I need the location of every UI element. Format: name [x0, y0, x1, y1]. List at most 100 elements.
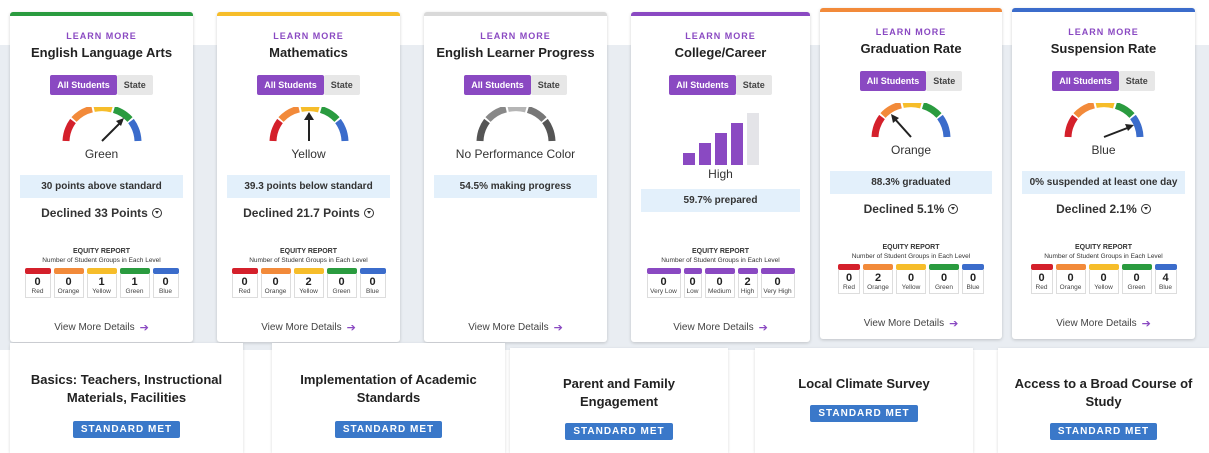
standard-met-badge: STANDARD MET — [810, 405, 918, 422]
equity-subtitle: Number of Student Groups in Each Level — [661, 257, 780, 264]
change-text: Declined 21.7 Points — [217, 206, 400, 220]
level-count: 0 — [1038, 272, 1045, 284]
view-more-details-link[interactable]: View More Details ➔ — [10, 321, 193, 334]
level-count: 4 — [1162, 272, 1169, 284]
level-label: Blue — [966, 284, 980, 291]
level-count: 0 — [1133, 272, 1140, 284]
standard-met-badge: STANDARD MET — [72, 421, 181, 438]
change-text: Declined 2.1% — [1012, 202, 1195, 216]
level-count: 1 — [98, 276, 105, 288]
equity-levels: 0 Red 0 Orange 1 Yellow 1 Green 0 Blue — [10, 268, 193, 298]
state-button[interactable]: State — [1118, 71, 1155, 91]
student-toggle: All Students State — [1012, 71, 1195, 91]
all-students-button[interactable]: All Students — [50, 75, 117, 95]
all-students-button[interactable]: All Students — [257, 75, 324, 95]
change-text: Declined 33 Points — [10, 206, 193, 220]
level-count: 0 — [845, 272, 853, 284]
local-card-title: Local Climate Survey — [798, 376, 930, 391]
level-red: 0 Red — [838, 264, 860, 294]
equity-title: EQUITY REPORT — [72, 248, 131, 255]
level-label: High — [740, 288, 755, 295]
arrow-right-icon: ➔ — [553, 322, 563, 334]
all-students-button[interactable]: All Students — [1052, 71, 1119, 91]
equity-report: EQUITY REPORT Number of Student Groups i… — [217, 248, 400, 298]
performance-color-label: Green — [84, 147, 119, 161]
level-red: 0 Red — [24, 268, 51, 298]
performance-color-label: Orange — [890, 143, 932, 157]
level-label: Orange — [264, 288, 287, 295]
level-orange: 0 Orange — [260, 268, 291, 298]
level-count: 2 — [874, 272, 882, 284]
change-value: Declined 5.1% — [863, 202, 945, 216]
equity-levels: 0 Red 0 Orange 2 Yellow 0 Green 0 Blue — [217, 268, 400, 298]
level-red: 0 Red — [231, 268, 258, 298]
level-green: 0 Green — [326, 268, 357, 298]
level-label: Green — [125, 288, 144, 295]
change-text: Declined 5.1% — [820, 202, 1002, 216]
state-button[interactable]: State — [116, 75, 153, 95]
all-students-button[interactable]: All Students — [669, 75, 736, 95]
learn-more-link[interactable]: LEARN MORE — [424, 31, 607, 41]
level-count: 0 — [660, 276, 667, 288]
cc-bar — [698, 143, 711, 165]
cc-bar — [746, 113, 759, 165]
view-more-details-link[interactable]: View More Details ➔ — [631, 321, 810, 334]
level-label: Medium — [707, 288, 732, 295]
card-title: English Learner Progress — [436, 45, 595, 60]
level-label: Orange — [57, 288, 80, 295]
level-label: Green — [1127, 284, 1146, 291]
down-arrow-icon — [948, 204, 959, 214]
all-students-button[interactable]: All Students — [859, 71, 927, 91]
equity-subtitle: Number of Student Groups in Each Level — [1044, 253, 1163, 260]
equity-title: EQUITY REPORT — [691, 248, 750, 255]
level-count: 0 — [969, 272, 977, 284]
local-card-title: Access to a Broad Course of Study — [1014, 376, 1193, 409]
state-button[interactable]: State — [323, 75, 360, 95]
dashboard: LEARN MORE English Language Arts All Stu… — [0, 0, 1209, 453]
state-button[interactable]: State — [735, 75, 772, 95]
level-red: 0 Red — [1030, 264, 1053, 294]
level-green: 0 Green — [1121, 264, 1152, 294]
details-label: View More Details — [673, 322, 754, 333]
card-title: Suspension Rate — [1050, 41, 1157, 56]
learn-more-link[interactable]: LEARN MORE — [10, 31, 193, 41]
view-more-details-link[interactable]: View More Details ➔ — [217, 321, 400, 334]
view-more-details-link[interactable]: View More Details ➔ — [424, 321, 607, 334]
local-card-title: Parent and Family Engagement — [563, 376, 675, 409]
view-more-details-link[interactable]: View More Details ➔ — [1012, 317, 1195, 330]
learn-more-link[interactable]: LEARN MORE — [820, 27, 1002, 37]
card-english-learner-progress: LEARN MORE English Learner Progress All … — [424, 12, 607, 342]
level-count: 2 — [305, 276, 312, 288]
level-label: Yellow — [299, 288, 318, 295]
equity-report: EQUITY REPORT Number of Student Groups i… — [1012, 244, 1195, 294]
state-button[interactable]: State — [530, 75, 567, 95]
level-label: Orange — [867, 284, 889, 291]
equity-levels: 0 Red 2 Orange 0 Yellow 0 Green 0 Blue — [820, 264, 1002, 294]
equity-title: EQUITY REPORT — [279, 248, 338, 255]
level-medium: 0 Medium — [704, 268, 735, 298]
level-label: Blue — [158, 288, 172, 295]
level-count: 0 — [34, 276, 41, 288]
level-low: 0 Low — [683, 268, 702, 298]
level-label: Red — [1035, 284, 1048, 291]
view-more-details-link[interactable]: View More Details ➔ — [820, 317, 1002, 330]
learn-more-link[interactable]: LEARN MORE — [1012, 27, 1195, 37]
learn-more-link[interactable]: LEARN MORE — [217, 31, 400, 41]
level-count: 2 — [744, 276, 751, 288]
equity-title: EQUITY REPORT — [1074, 244, 1133, 251]
level-yellow: 2 Yellow — [293, 268, 324, 298]
down-arrow-icon — [151, 208, 162, 218]
level-yellow: 0 Yellow — [1088, 264, 1119, 294]
local-card-parent-engagement: Parent and Family Engagement STANDARD ME… — [510, 348, 728, 453]
state-button[interactable]: State — [926, 71, 963, 91]
performance-color-label: Blue — [1091, 143, 1116, 157]
level-high: 2 High — [737, 268, 758, 298]
level-orange: 2 Orange — [863, 264, 893, 294]
card-college-career: LEARN MORE College/Career All Students S… — [631, 12, 810, 342]
student-toggle: All Students State — [820, 71, 1002, 91]
level-orange: 0 Orange — [1055, 264, 1086, 294]
learn-more-link[interactable]: LEARN MORE — [631, 31, 810, 41]
equity-report: EQUITY REPORT Number of Student Groups i… — [10, 248, 193, 298]
performance-level-label: High — [708, 167, 733, 181]
all-students-button[interactable]: All Students — [464, 75, 531, 95]
